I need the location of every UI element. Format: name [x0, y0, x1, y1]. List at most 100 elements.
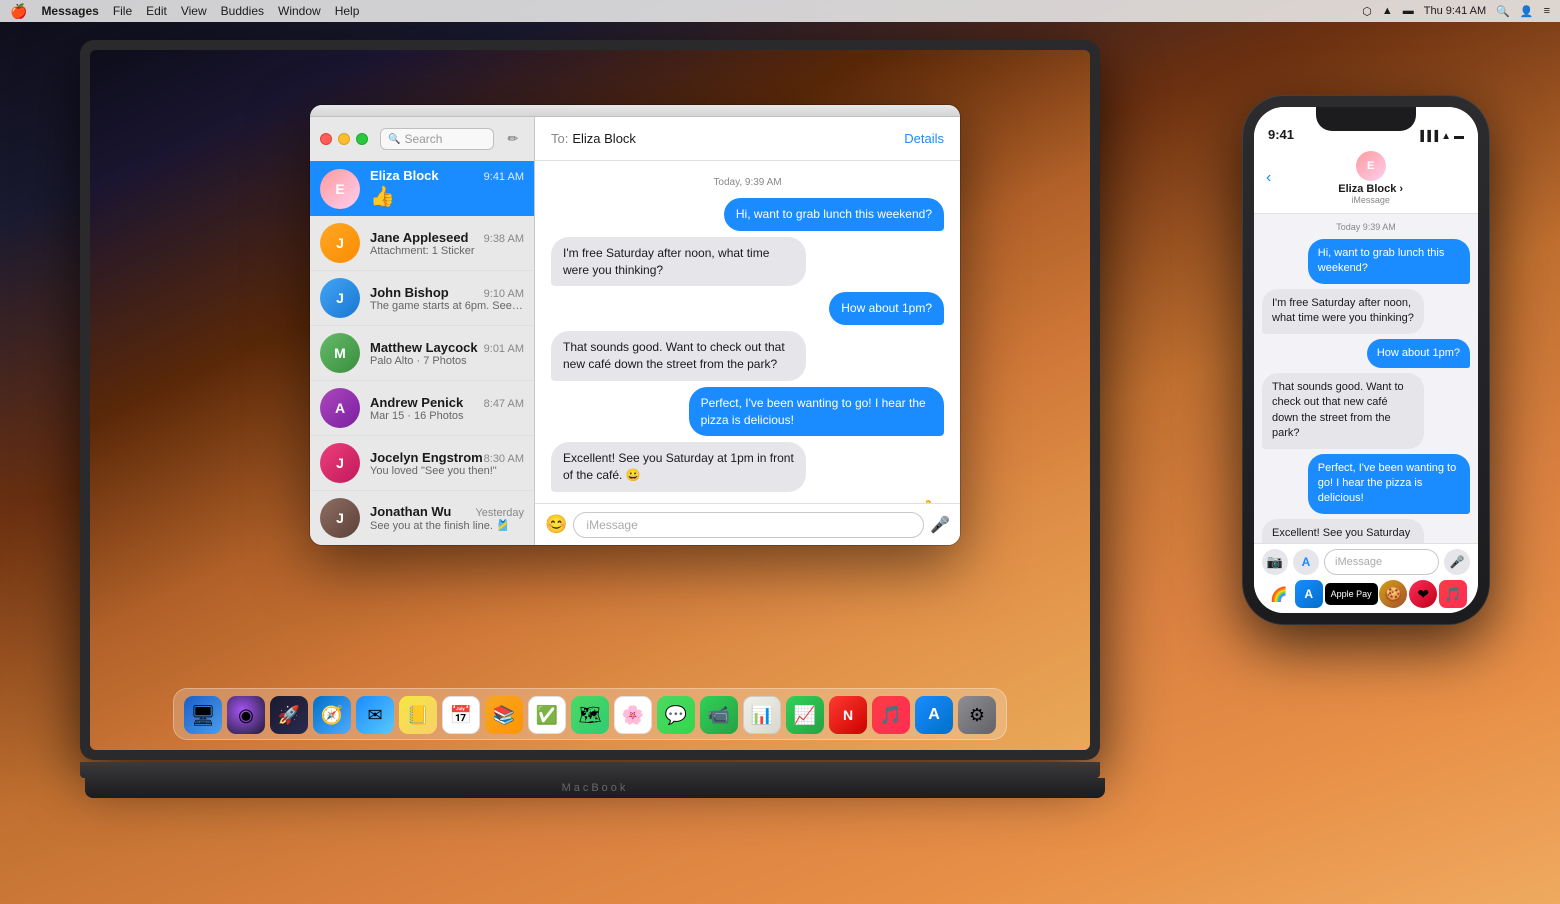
close-button[interactable]	[320, 133, 332, 145]
conv-time-matthew: 9:01 AM	[484, 343, 524, 355]
dock-reminders[interactable]: ✅	[528, 696, 566, 734]
iphone-appbar-music[interactable]: 🎵	[1439, 580, 1467, 608]
conversation-item-jane[interactable]: J Jane Appleseed 9:38 AM Attachment: 1 S…	[310, 216, 534, 271]
search-menubar-icon[interactable]: 🔍	[1496, 5, 1510, 18]
compose-button[interactable]: ✏	[502, 128, 524, 150]
menu-edit[interactable]: Edit	[146, 4, 167, 18]
conv-time-jonathan: Yesterday	[475, 507, 524, 519]
conv-preview-jonathan: See you at the finish line. 🎽	[370, 519, 524, 532]
minimize-button[interactable]	[338, 133, 350, 145]
audio-button[interactable]: 🎤	[930, 515, 950, 535]
iphone-contact-name[interactable]: Eliza Block ›	[1338, 183, 1403, 195]
chat-area: To: Eliza Block Details Today, 9:39 AM H…	[535, 117, 960, 545]
iphone-bubble-received-6: Excellent! See you Saturday at 1pm in fr…	[1262, 519, 1424, 543]
conversation-item-andrew[interactable]: A Andrew Penick 8:47 AM Mar 15 · 16 Phot…	[310, 381, 534, 436]
dock: 🖥 ◉ 🚀 🧭 ✉ 📒 📅 📚 ✅ 🗺 🌸 💬 📹 📊 📈 N 🎵 A ⚙	[173, 688, 1007, 740]
dock-messages[interactable]: 💬	[657, 696, 695, 734]
conversation-item-matthew[interactable]: M Matthew Laycock 9:01 AM Palo Alto · 7 …	[310, 326, 534, 381]
bubble-sent-1: Hi, want to grab lunch this weekend?	[724, 198, 944, 231]
search-bar[interactable]: 🔍 Search	[380, 128, 494, 150]
dock-settings[interactable]: ⚙	[958, 696, 996, 734]
user-icon[interactable]: 👤	[1520, 5, 1534, 18]
iphone-message-input[interactable]: iMessage	[1324, 549, 1439, 575]
chat-header: To: Eliza Block Details	[535, 117, 960, 161]
menu-view[interactable]: View	[181, 4, 207, 18]
conv-name-jonathan: Jonathan Wu	[370, 504, 451, 519]
conv-name-jocelyn: Jocelyn Engstrom	[370, 450, 483, 465]
conversation-item-jonathan[interactable]: J Jonathan Wu Yesterday See you at the f…	[310, 491, 534, 545]
menubar-right: ⬡ ▲ ▬ Thu 9:41 AM 🔍 👤 ≡	[1362, 5, 1550, 18]
conv-preview-jane: Attachment: 1 Sticker	[370, 245, 524, 257]
menu-help[interactable]: Help	[335, 4, 360, 18]
iphone-appstore-button[interactable]: A	[1293, 549, 1319, 575]
bubble-received-6: Excellent! See you Saturday at 1pm in fr…	[551, 442, 806, 492]
sidebar-toolbar: 🔍 Search ✏	[310, 117, 534, 161]
dock-mail[interactable]: ✉	[356, 696, 394, 734]
conversation-item-eliza[interactable]: E Eliza Block 9:41 AM 👍	[310, 161, 534, 216]
iphone-appbar-photos[interactable]: 🌈	[1265, 580, 1293, 608]
dock-calendar[interactable]: 📅	[442, 696, 480, 734]
dock-photos[interactable]: 🌸	[614, 696, 652, 734]
iphone-input-row: 📷 A iMessage 🎤	[1262, 549, 1470, 575]
conv-preview-jocelyn: You loved "See you then!"	[370, 465, 524, 477]
emoji-button[interactable]: 😊	[545, 514, 567, 535]
message-row-1: Hi, want to grab lunch this weekend?	[551, 198, 944, 231]
dock-news[interactable]: N	[829, 696, 867, 734]
message-row-3: How about 1pm?	[551, 292, 944, 325]
avatar-jocelyn: J	[320, 443, 360, 483]
macbook-outer: 🔍 Search ✏ E	[80, 40, 1110, 840]
maximize-button[interactable]	[356, 133, 368, 145]
wifi-icon[interactable]: ▲	[1382, 5, 1393, 17]
iphone-appbar-applepay[interactable]: Apple Pay	[1325, 583, 1378, 605]
dock-music[interactable]: 🎵	[872, 696, 910, 734]
avatar-andrew: A	[320, 388, 360, 428]
iphone-msg-6: Excellent! See you Saturday at 1pm in fr…	[1262, 519, 1470, 543]
apple-menu[interactable]: 🍎	[10, 3, 27, 20]
dock-safari[interactable]: 🧭	[313, 696, 351, 734]
conversation-list: E Eliza Block 9:41 AM 👍	[310, 161, 534, 545]
conv-name-matthew: Matthew Laycock	[370, 340, 478, 355]
menu-buddies[interactable]: Buddies	[221, 4, 264, 18]
conversation-item-jocelyn[interactable]: J Jocelyn Engstrom 8:30 AM You loved "Se…	[310, 436, 534, 491]
iphone-appbar-appstore[interactable]: A	[1295, 580, 1323, 608]
iphone-msg-1: Hi, want to grab lunch this weekend?	[1262, 239, 1470, 284]
menu-file[interactable]: File	[113, 4, 132, 18]
dock-numbers[interactable]: 📈	[786, 696, 824, 734]
message-row-2: I'm free Saturday after noon, what time …	[551, 237, 944, 287]
dock-notes[interactable]: 📒	[399, 696, 437, 734]
conversation-item-john[interactable]: J John Bishop 9:10 AM The game starts at…	[310, 271, 534, 326]
menubar-icon[interactable]: ≡	[1544, 5, 1550, 17]
menu-window[interactable]: Window	[278, 4, 321, 18]
dock-books[interactable]: 📚	[485, 696, 523, 734]
avatar-matthew: M	[320, 333, 360, 373]
menu-messages[interactable]: Messages	[41, 4, 98, 18]
iphone-notch	[1316, 107, 1416, 131]
dock-appstore[interactable]: A	[915, 696, 953, 734]
conv-time-jocelyn: 8:30 AM	[484, 453, 524, 465]
iphone-appbar-heart[interactable]: ❤	[1409, 580, 1437, 608]
iphone-mic-button[interactable]: 🎤	[1444, 549, 1470, 575]
dock-siri[interactable]: ◉	[227, 696, 265, 734]
dock-launchpad[interactable]: 🚀	[270, 696, 308, 734]
dock-finder[interactable]: 🖥	[184, 696, 222, 734]
to-label: To:	[551, 131, 568, 146]
iphone-appbar: 🌈 A Apple Pay 🍪 ❤ 🎵	[1262, 580, 1470, 608]
iphone-appbar-cookie[interactable]: 🍪	[1379, 580, 1407, 608]
details-button[interactable]: Details	[904, 131, 944, 146]
iphone-contact-info: E Eliza Block › iMessage	[1275, 151, 1466, 205]
iphone-cam-button[interactable]: 📷	[1262, 549, 1288, 575]
signal-icon: ▐▐▐	[1417, 131, 1438, 142]
iphone-bubble-sent-3: How about 1pm?	[1367, 339, 1470, 368]
iphone-msg-2: I'm free Saturday after noon, what time …	[1262, 289, 1470, 334]
clock: Thu 9:41 AM	[1424, 5, 1486, 17]
iphone-back-button[interactable]: ‹	[1266, 169, 1271, 187]
airplay-icon[interactable]: ⬡	[1362, 5, 1372, 18]
window-content: 🔍 Search ✏ E	[310, 117, 960, 545]
dock-keynote[interactable]: 📊	[743, 696, 781, 734]
wifi-icon-iphone: ▲	[1441, 131, 1451, 142]
dock-facetime[interactable]: 📹	[700, 696, 738, 734]
dock-maps[interactable]: 🗺	[571, 696, 609, 734]
iphone-outer: 9:41 ▐▐▐ ▲ ▬ ‹ E Eliza Block › iMessage	[1242, 95, 1490, 625]
avatar-jane: J	[320, 223, 360, 263]
message-input[interactable]: iMessage	[573, 512, 924, 538]
